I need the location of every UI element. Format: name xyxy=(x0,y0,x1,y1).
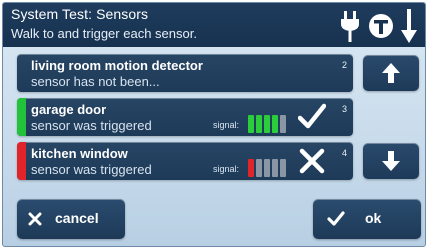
sensor-name: living room motion detector xyxy=(31,58,203,73)
sensor-name: kitchen window xyxy=(31,146,128,161)
status-strip-red xyxy=(17,142,26,180)
down-arrow-icon xyxy=(382,151,400,171)
scroll-up-button[interactable] xyxy=(363,55,419,91)
signal-bar xyxy=(264,159,270,177)
signal-bar xyxy=(280,115,286,133)
cancel-button[interactable]: cancel xyxy=(17,199,125,239)
header-status-icons xyxy=(341,9,417,43)
signal-bar xyxy=(280,159,286,177)
check-icon xyxy=(298,103,326,129)
sensor-status: sensor was triggered xyxy=(31,162,152,177)
page-subtitle: Walk to and trigger each sensor. xyxy=(11,26,197,41)
signal-label: signal: xyxy=(213,164,240,174)
sensor-item-garage-door[interactable]: garage door sensor was triggered signal:… xyxy=(17,98,353,136)
power-plug-icon xyxy=(341,11,359,42)
t-circle-icon xyxy=(369,14,393,38)
signal-strength-meter xyxy=(248,115,286,133)
scroll-down-button[interactable] xyxy=(363,143,419,179)
sensor-number: 3 xyxy=(341,104,347,114)
sensor-item-living-room[interactable]: living room motion detector sensor has n… xyxy=(17,54,353,92)
signal-strength-meter xyxy=(248,159,286,177)
sensor-number: 4 xyxy=(341,148,347,158)
app-window: System Test: Sensors Walk to and trigger… xyxy=(2,2,426,247)
sensor-status: sensor was triggered xyxy=(31,118,152,133)
cancel-label: cancel xyxy=(55,210,99,226)
sensor-item-kitchen-window[interactable]: kitchen window sensor was triggered sign… xyxy=(17,142,353,180)
header-bar: System Test: Sensors Walk to and trigger… xyxy=(3,3,425,47)
signal-bar xyxy=(248,159,254,177)
ok-label: ok xyxy=(365,210,382,226)
signal-label: signal: xyxy=(213,120,240,130)
down-arrow-icon xyxy=(401,9,417,43)
sensor-status: sensor has not been... xyxy=(31,74,160,89)
sensor-name: garage door xyxy=(31,102,107,117)
ok-button[interactable]: ok xyxy=(313,199,421,239)
cross-icon xyxy=(299,148,325,174)
signal-bar xyxy=(264,115,270,133)
signal-bar xyxy=(256,159,262,177)
signal-bar xyxy=(256,115,262,133)
check-icon xyxy=(327,211,345,226)
signal-bar xyxy=(272,115,278,133)
signal-bar xyxy=(248,115,254,133)
status-strip-green xyxy=(17,98,26,136)
page-title: System Test: Sensors xyxy=(11,6,149,22)
close-icon xyxy=(28,212,42,226)
up-arrow-icon xyxy=(382,63,400,83)
sensor-number: 2 xyxy=(341,60,347,70)
signal-bar xyxy=(272,159,278,177)
